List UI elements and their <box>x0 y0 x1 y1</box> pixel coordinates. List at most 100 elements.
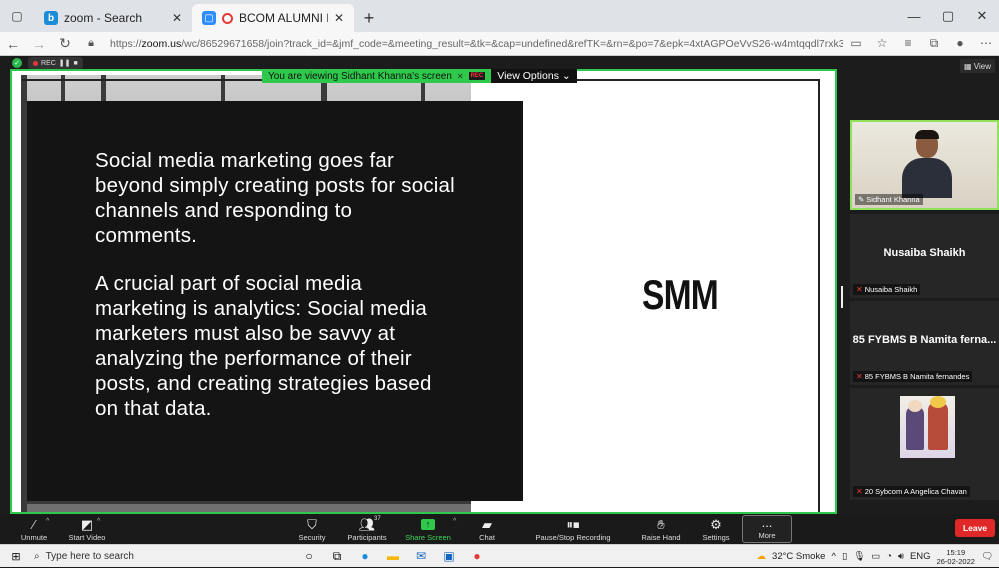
encryption-shield-icon[interactable]: ✓ <box>12 58 22 68</box>
participant-tile-angelica[interactable]: ✕ 20 Sybcom A Angelica Chavan <box>850 388 999 500</box>
chrome-icon[interactable]: ● <box>468 548 486 564</box>
grid-icon: ▦ <box>964 61 972 71</box>
address-bar: ← → ↻ 🔒︎ https://zoom.us/wc/86529671658/… <box>0 32 999 56</box>
share-screen-button[interactable]: ↑ Share Screen <box>403 514 453 544</box>
cortana-icon[interactable]: ○ <box>300 548 318 564</box>
browser-tab-bar: ▢ b zoom - Search ✕ ▢ BCOM ALUMNI Diarie… <box>0 0 999 32</box>
mail-icon[interactable]: ✉ <box>412 548 430 564</box>
url-domain: zoom.us <box>141 37 182 50</box>
url-prefix: https:// <box>110 37 142 50</box>
tab-actions-icon[interactable]: ▢ <box>0 0 34 32</box>
participant-name-tag: ✕ Nusaiba Shaikh <box>853 284 921 295</box>
slide-frame-right <box>818 79 820 512</box>
participants-button[interactable]: 👥︎ 37 Participants <box>342 514 392 544</box>
close-tab-icon[interactable]: ✕ <box>334 11 344 25</box>
system-tray: ☁ 32°C Smoke ^ ▯ 🎙︎ ▭ ◔ 🔊︎ ENG 15:19 26-… <box>757 545 999 568</box>
more-button[interactable]: ... More <box>742 515 792 543</box>
network-icon[interactable]: ◔ <box>886 551 892 562</box>
zoom-meeting-area: ✓ REC ❚❚ ■ ▦ View Social media marketing… <box>0 56 999 559</box>
participants-label: Participants <box>347 533 387 542</box>
favorites-list-icon[interactable]: ≡ <box>895 36 921 51</box>
banner-rec-badge: REC <box>468 72 486 80</box>
clock-date: 26-02-2022 <box>936 556 975 566</box>
profile-avatar-icon[interactable]: ● <box>947 36 973 51</box>
muted-mic-icon: ✕ <box>856 285 863 294</box>
clock-time: 15:19 <box>946 547 966 557</box>
audio-options-caret-icon[interactable]: ^ <box>46 518 49 525</box>
refresh-icon[interactable]: ↻ <box>52 35 78 52</box>
security-button[interactable]: ⛉ Security <box>296 514 328 544</box>
muted-mic-icon: ✕ <box>856 372 863 381</box>
chat-button[interactable]: ▰ Chat <box>474 514 500 544</box>
taskbar-search[interactable]: ⌕ Type here to search <box>34 547 252 566</box>
bing-icon: b <box>44 11 58 25</box>
stop-icon[interactable]: ■ <box>74 60 78 67</box>
back-icon[interactable]: ← <box>0 36 26 52</box>
collections-icon[interactable]: ⧉ <box>921 36 947 51</box>
participant-tile-sidhant[interactable]: ✎ Sidhant Khanna <box>850 120 999 210</box>
forward-icon[interactable]: → <box>26 36 52 52</box>
screencast-icon[interactable]: ▭ <box>843 36 869 51</box>
volume-icon[interactable]: 🔊︎ <box>898 551 904 562</box>
participant-tile-nusaiba[interactable]: Nusaiba Shaikh ✕ Nusaiba Shaikh <box>850 214 999 298</box>
gear-icon: ⚙ <box>710 517 722 532</box>
muted-mic-icon: ✕ <box>856 487 863 496</box>
participant-name: Nusaiba Shaikh <box>864 285 918 294</box>
meeting-toolbar: ⁄ Unmute ^ ◩ Start Video ^ ⛉ Security 👥︎… <box>0 514 999 544</box>
view-label: View <box>973 61 991 71</box>
participant-name: 85 FYBMS B Namita fernandes <box>864 372 970 381</box>
pause-stop-recording-button[interactable]: ⏸⏹ Pause/Stop Recording <box>532 514 614 544</box>
raise-hand-label: Raise Hand <box>641 533 681 542</box>
settings-label: Settings <box>702 533 730 542</box>
notifications-icon[interactable]: 🗨︎ <box>981 551 993 562</box>
recording-indicator[interactable]: REC ❚❚ ■ <box>28 57 83 69</box>
url-field[interactable]: https://zoom.us/wc/86529671658/join?trac… <box>104 38 843 50</box>
raise-hand-button[interactable]: ✋︎ Raise Hand <box>640 514 682 544</box>
window-controls: — ▢ ✕ <box>897 0 999 32</box>
splitter-handle[interactable] <box>841 286 843 308</box>
more-options-icon[interactable]: ⋯ <box>973 36 999 51</box>
close-window-icon[interactable]: ✕ <box>965 0 999 32</box>
view-button[interactable]: ▦ View <box>960 59 995 73</box>
unmute-label: Unmute <box>20 533 48 542</box>
language-indicator[interactable]: ENG <box>910 551 931 562</box>
battery-icon[interactable]: ▭ <box>871 551 880 562</box>
chat-bubble-icon: ▰ <box>482 517 492 532</box>
weather-text[interactable]: 32°C Smoke <box>772 551 825 562</box>
tab-bcom-alumni[interactable]: ▢ BCOM ALUMNI Diaries - M ✕ <box>192 4 354 32</box>
device-icon[interactable]: ▯ <box>842 551 847 562</box>
mic-icon[interactable]: 🎙︎ <box>853 551 865 562</box>
start-video-label: Start Video <box>68 533 106 542</box>
screen-share-banner: You are viewing Sidhant Khanna's screen … <box>262 69 577 83</box>
view-options-button[interactable]: View Options ⌄ <box>491 69 577 83</box>
participant-video <box>900 128 952 198</box>
close-tab-icon[interactable]: ✕ <box>172 11 182 25</box>
start-video-button[interactable]: ◩ Start Video <box>62 514 112 544</box>
share-options-caret-icon[interactable]: ^ <box>453 518 456 525</box>
edge-icon[interactable]: ● <box>356 548 374 564</box>
minimize-icon[interactable]: — <box>897 0 931 32</box>
pause-icon[interactable]: ❚❚ <box>59 59 71 67</box>
settings-button[interactable]: ⚙ Settings <box>700 514 732 544</box>
tab-title: BCOM ALUMNI Diaries - M <box>239 11 328 25</box>
pin-icon: ✎ <box>858 195 865 204</box>
maximize-icon[interactable]: ▢ <box>931 0 965 32</box>
chat-label: Chat <box>479 533 495 542</box>
favorite-star-icon[interactable]: ☆ <box>869 36 895 51</box>
share-screen-label: Share Screen <box>405 533 451 542</box>
tab-zoom-search[interactable]: b zoom - Search ✕ <box>34 4 192 32</box>
clock[interactable]: 15:19 26-02-2022 <box>937 548 975 566</box>
video-options-caret-icon[interactable]: ^ <box>97 518 100 525</box>
slide-logo-text: SMM <box>642 271 719 318</box>
store-icon[interactable]: ▣ <box>440 548 458 564</box>
new-tab-button[interactable]: + <box>354 4 384 32</box>
participant-gallery: ✎ Sidhant Khanna Nusaiba Shaikh ✕ Nusaiba … <box>850 118 999 559</box>
windows-start-icon[interactable]: ⊞ <box>6 550 26 563</box>
participant-tile-namita[interactable]: 85 FYBMS B Namita ferna... ✕ 85 FYBMS B N… <box>850 301 999 385</box>
tray-expand-icon[interactable]: ^ <box>831 551 835 562</box>
weather-icon[interactable]: ☁ <box>757 551 767 562</box>
file-explorer-icon[interactable]: ▬ <box>384 548 402 564</box>
leave-button[interactable]: Leave <box>955 519 995 537</box>
lock-icon[interactable]: 🔒︎ <box>78 37 104 50</box>
task-view-icon[interactable]: ⧉ <box>328 548 346 564</box>
